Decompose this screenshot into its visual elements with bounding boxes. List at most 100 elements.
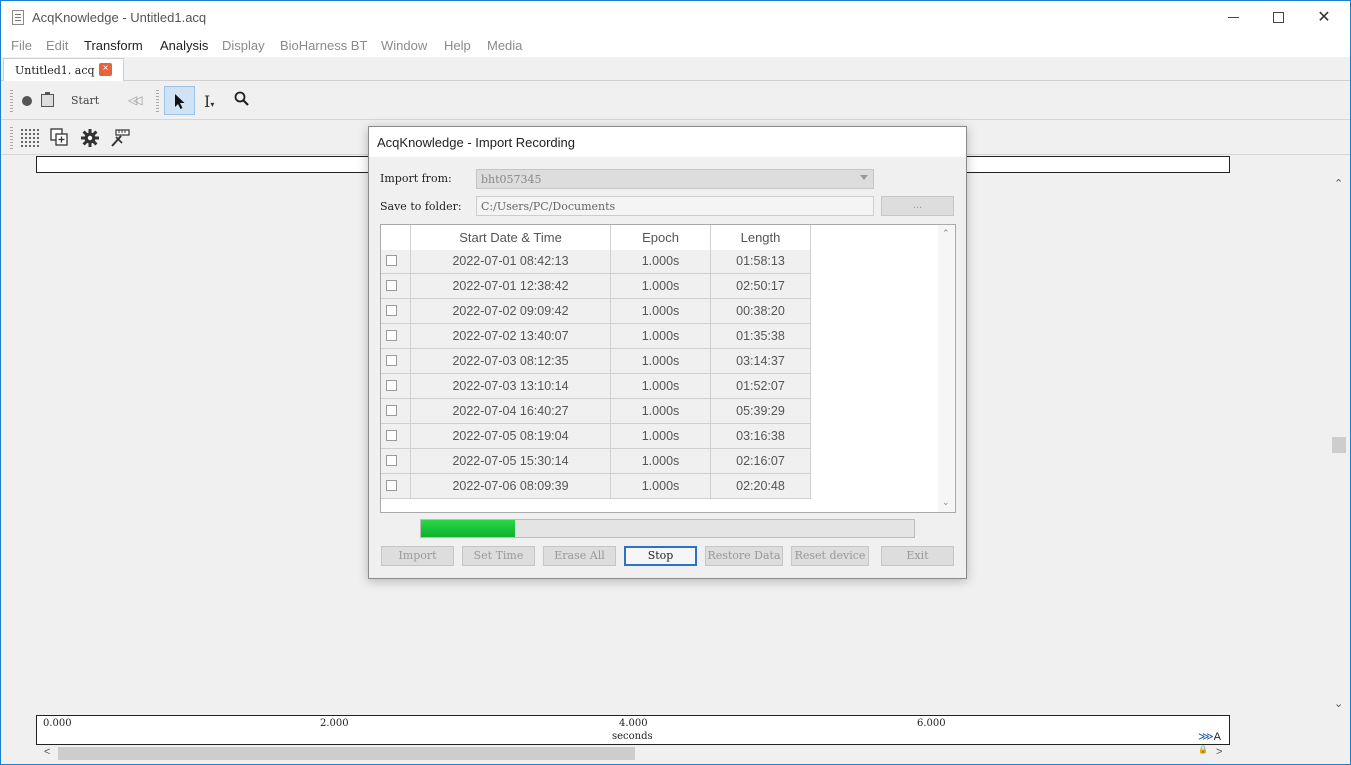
scroll-thumb[interactable]: [1332, 437, 1346, 453]
length-cell: 03:14:37: [711, 349, 811, 374]
dialog-title-bar: AcqKnowledge - Import Recording: [369, 127, 966, 157]
start-time-cell: 2022-07-05 08:19:04: [411, 424, 611, 449]
clipboard-icon[interactable]: [41, 92, 54, 107]
gear-icon[interactable]: [80, 128, 100, 148]
chevron-left-icon[interactable]: <: [44, 746, 50, 758]
rewind-icon[interactable]: ◁◁: [128, 93, 143, 107]
table-row[interactable]: 2022-07-01 08:42:13 1.000s 01:58:13: [381, 249, 811, 274]
toolbar-grip: [156, 90, 159, 112]
recordings-table: 2022-06-30 18:34:341.000s01:22:302022-07…: [380, 224, 956, 513]
table-row[interactable]: 2022-07-03 08:12:35 1.000s 03:14:37: [381, 349, 811, 374]
row-select-cell: [381, 474, 411, 499]
start-time-cell: 2022-07-06 08:09:39: [411, 474, 611, 499]
menu-transform[interactable]: Transform: [84, 38, 143, 53]
close-tab-icon[interactable]: ×: [99, 63, 112, 76]
row-checkbox[interactable]: [386, 355, 397, 366]
column-header-length[interactable]: Length: [711, 225, 811, 250]
time-axis: 0.000 2.000 4.000 6.000 seconds ⋙A🔒: [36, 715, 1230, 754]
document-tab[interactable]: Untitled1. acq ×: [3, 58, 124, 81]
table-scrollbar[interactable]: ⌃ ⌄: [938, 225, 955, 512]
add-channel-icon[interactable]: [50, 128, 70, 148]
column-header-start[interactable]: Start Date & Time: [411, 225, 611, 250]
record-icon[interactable]: [22, 96, 32, 106]
chevron-down-icon[interactable]: ⌄: [942, 497, 950, 508]
row-select-cell: [381, 424, 411, 449]
close-window-button[interactable]: ✕: [1301, 1, 1347, 34]
menu-window[interactable]: Window: [381, 38, 427, 53]
start-time-cell: 2022-07-04 16:40:27: [411, 399, 611, 424]
import-from-select[interactable]: bht057345: [476, 169, 874, 189]
length-cell: 02:50:17: [711, 274, 811, 299]
restore-data-button[interactable]: Restore Data: [705, 546, 783, 566]
import-recording-dialog: AcqKnowledge - Import Recording Import f…: [368, 126, 967, 579]
exit-button[interactable]: Exit: [881, 546, 954, 566]
start-time-cell: 2022-07-03 13:10:14: [411, 374, 611, 399]
save-to-folder-field[interactable]: C:/Users/PC/Documents: [476, 196, 874, 216]
title-bar: AcqKnowledge - Untitled1.acq ✕: [1, 1, 1350, 34]
row-checkbox[interactable]: [386, 380, 397, 391]
maximize-icon: [1272, 12, 1284, 24]
epoch-cell: 1.000s: [611, 299, 711, 324]
set-time-button[interactable]: Set Time: [462, 546, 535, 566]
chevron-up-icon[interactable]: ⌃: [942, 228, 950, 239]
row-checkbox[interactable]: [386, 405, 397, 416]
table-row[interactable]: 2022-07-05 08:19:04 1.000s 03:16:38: [381, 424, 811, 449]
epoch-cell: 1.000s: [611, 474, 711, 499]
menu-edit[interactable]: Edit: [46, 38, 68, 53]
time-tick: 0.000: [43, 718, 72, 729]
row-checkbox[interactable]: [386, 305, 397, 316]
import-progress-bar: [420, 519, 915, 538]
import-from-label: Import from:: [380, 172, 452, 185]
menu-analysis[interactable]: Analysis: [160, 38, 208, 53]
row-select-cell: [381, 249, 411, 274]
menu-file[interactable]: File: [11, 38, 32, 53]
maximize-button[interactable]: [1255, 1, 1301, 34]
browse-button[interactable]: ...: [881, 196, 954, 216]
menu-help[interactable]: Help: [444, 38, 471, 53]
row-checkbox[interactable]: [386, 430, 397, 441]
row-checkbox[interactable]: [386, 330, 397, 341]
horizontal-scrollbar[interactable]: < >: [36, 745, 1230, 762]
table-row[interactable]: 2022-07-03 13:10:14 1.000s 01:52:07: [381, 374, 811, 399]
start-button[interactable]: Start: [71, 94, 99, 107]
table-row[interactable]: 2022-07-06 08:09:39 1.000s 02:20:48: [381, 474, 811, 499]
stop-button[interactable]: Stop: [624, 546, 697, 566]
table-row[interactable]: 2022-07-04 16:40:27 1.000s 05:39:29: [381, 399, 811, 424]
row-checkbox[interactable]: [386, 480, 397, 491]
app-window: AcqKnowledge - Untitled1.acq ✕ File Edit…: [0, 0, 1351, 765]
row-checkbox[interactable]: [386, 280, 397, 291]
menu-media[interactable]: Media: [487, 38, 522, 53]
ibeam-selection-tool[interactable]: I▾: [204, 92, 214, 111]
row-checkbox[interactable]: [386, 455, 397, 466]
table-row[interactable]: 2022-07-01 12:38:42 1.000s 02:50:17: [381, 274, 811, 299]
chevron-up-icon[interactable]: ⌃: [1334, 177, 1343, 190]
table-row[interactable]: 2022-07-05 15:30:14 1.000s 02:16:07: [381, 449, 811, 474]
start-time-cell: 2022-07-03 08:12:35: [411, 349, 611, 374]
column-header-epoch[interactable]: Epoch: [611, 225, 711, 250]
table-row[interactable]: 2022-07-02 13:40:07 1.000s 01:35:38: [381, 324, 811, 349]
erase-all-button[interactable]: Erase All: [543, 546, 616, 566]
import-button[interactable]: Import: [381, 546, 454, 566]
import-from-value: bht057345: [481, 173, 542, 186]
grid-icon[interactable]: [20, 128, 40, 148]
progress-fill: [421, 520, 515, 537]
vertical-scrollbar[interactable]: ⌃ ⌄: [1331, 173, 1347, 715]
menu-bioharness-bt[interactable]: BioHarness BT: [280, 38, 367, 53]
row-select-cell: [381, 349, 411, 374]
row-checkbox[interactable]: [386, 255, 397, 266]
epoch-cell: 1.000s: [611, 349, 711, 374]
minimize-icon: [1227, 17, 1239, 19]
chevron-right-icon[interactable]: >: [1216, 746, 1222, 758]
chevron-down-icon[interactable]: ⌄: [1334, 697, 1343, 710]
tools-icon[interactable]: [110, 128, 130, 148]
cursor-arrow-icon: [175, 94, 185, 109]
row-select-cell: [381, 299, 411, 324]
menu-display[interactable]: Display: [222, 38, 265, 53]
reset-device-button[interactable]: Reset device: [791, 546, 869, 566]
scroll-thumb[interactable]: [58, 747, 635, 760]
select-column-header: [381, 225, 411, 250]
arrow-tool-button[interactable]: [164, 86, 195, 115]
minimize-button[interactable]: [1210, 1, 1256, 34]
table-row[interactable]: 2022-07-02 09:09:42 1.000s 00:38:20: [381, 299, 811, 324]
zoom-tool-icon[interactable]: [234, 91, 250, 107]
